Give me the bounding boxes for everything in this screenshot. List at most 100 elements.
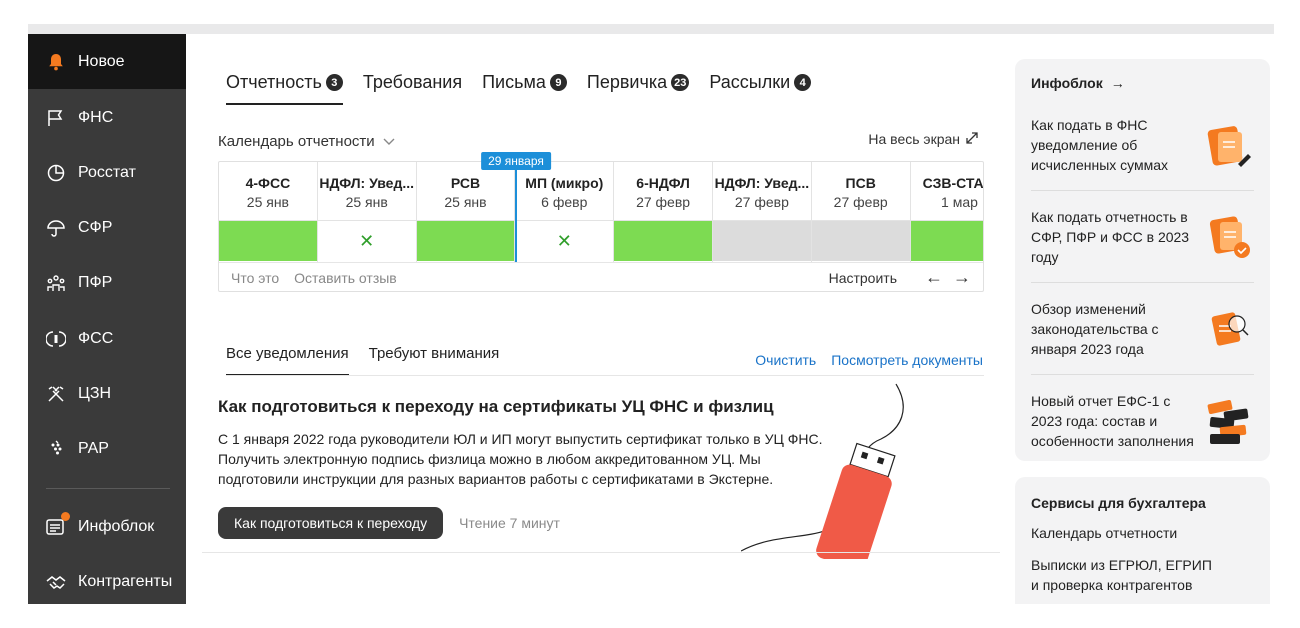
calendar-column[interactable]: РСВ 25 янв: [416, 162, 516, 262]
sidebar-item-label: Росстат: [78, 163, 136, 181]
report-status-cell: [712, 220, 811, 261]
tab-all-notifications[interactable]: Все уведомления: [226, 345, 349, 376]
configure-link[interactable]: Настроить: [829, 270, 897, 286]
sidebar-item-label: ФСС: [78, 329, 114, 347]
tab-label: Письма: [482, 72, 546, 92]
sidebar-item-rar[interactable]: РАР: [28, 421, 186, 476]
tab-requirements[interactable]: Требования: [363, 72, 462, 105]
document-magnifier-icon: [1211, 311, 1249, 346]
arrow-right-icon[interactable]: →: [953, 267, 971, 288]
report-status-cell: [416, 220, 515, 261]
top-divider: [28, 24, 1274, 34]
calendar-column-header: 6-НДФЛ 27 февр: [614, 162, 712, 220]
read-time: Чтение 7 минут: [459, 515, 560, 531]
umbrella-icon: [44, 216, 68, 240]
service-link-calendar[interactable]: Календарь отчетности: [1031, 523, 1254, 543]
bell-icon: [44, 50, 68, 74]
calendar-dropdown[interactable]: Календарь отчетности: [218, 133, 395, 150]
report-date: 25 янв: [444, 194, 487, 210]
main-tabs: Отчетность 3 Требования Письма 9 Первичк…: [226, 72, 812, 105]
tab-mailings[interactable]: Рассылки 4: [709, 72, 812, 105]
calendar-column[interactable]: МП (микро) 6 февр ✕: [515, 162, 615, 262]
handshake-icon: [44, 570, 68, 594]
report-name: 6-НДФЛ: [636, 175, 690, 191]
grapes-icon: [44, 437, 68, 461]
report-name: РСВ: [450, 175, 481, 191]
tab-label: Требования: [362, 72, 463, 92]
count-badge: 9: [549, 74, 567, 91]
sidebar-item-rosstat[interactable]: Росстат: [28, 145, 186, 200]
sidebar-item-pfr[interactable]: ПФР: [28, 255, 186, 310]
chevron-down-icon: [383, 133, 395, 150]
fullscreen-label: На весь экран: [868, 131, 960, 147]
forms-stack-icon: [1207, 399, 1249, 444]
report-status-cell: [910, 220, 983, 261]
calendar-column[interactable]: ПСВ 27 февр: [811, 162, 911, 262]
infoblock-item[interactable]: Обзор изменений законодательства с январ…: [1031, 283, 1254, 375]
calendar-column[interactable]: НДФЛ: Увед... 25 янв ✕: [317, 162, 417, 262]
sidebar-item-counterparties[interactable]: Контрагенты: [28, 554, 186, 609]
report-date: 6 февр: [541, 194, 588, 210]
prepare-button[interactable]: Как подготовиться к переходу: [218, 507, 444, 539]
sidebar-item-fss[interactable]: ФСС: [28, 311, 186, 366]
sidebar-item-czn[interactable]: ЦЗН: [28, 366, 186, 421]
view-documents-link[interactable]: Посмотреть документы: [831, 352, 983, 368]
bottom-divider: [202, 552, 1000, 553]
report-date: 1 мар: [941, 194, 978, 210]
usb-stick-illustration: [741, 383, 904, 559]
document-check-icon: [1209, 215, 1250, 258]
calendar-title: Календарь отчетности: [218, 133, 375, 150]
count-badge: 23: [671, 74, 690, 91]
report-name: НДФЛ: Увед...: [714, 175, 810, 191]
calendar-column-header: СЗВ-СТАЖ 1 мар: [911, 162, 983, 220]
sidebar-item-fns[interactable]: ФНС: [28, 90, 186, 145]
sidebar-item-new[interactable]: Новое: [28, 34, 186, 89]
infoblock-header[interactable]: Инфоблок →: [1031, 75, 1254, 91]
fullscreen-link[interactable]: На весь экран: [868, 131, 978, 147]
report-status-cell: ✕: [515, 220, 614, 261]
calendar-column-header: ПСВ 27 февр: [812, 162, 910, 220]
sidebar-item-label: Новое: [78, 52, 125, 70]
report-date: 27 февр: [636, 194, 691, 210]
infoblock-item-text: Как подать в ФНС уведомление об исчислен…: [1031, 116, 1169, 173]
what-is-this-link[interactable]: Что это: [231, 270, 279, 286]
calendar-column-header: 4-ФСС 25 янв: [219, 162, 317, 220]
expand-icon: [966, 131, 978, 147]
arrow-right-icon: →: [1110, 75, 1125, 91]
infoblock-item[interactable]: Новый отчет ЕФС-1 с 2023 года: состав и …: [1031, 375, 1254, 467]
count-badge: 3: [325, 74, 343, 91]
calendar-columns: 4-ФСС 25 янв НДФЛ: Увед... 25 янв ✕ РСВ 25 янв…: [219, 162, 983, 262]
count-badge: 4: [794, 74, 812, 91]
calendar-column[interactable]: НДФЛ: Увед... 27 февр: [712, 162, 812, 262]
feedback-link[interactable]: Оставить отзыв: [294, 270, 397, 286]
report-name: ПСВ: [845, 175, 876, 191]
calendar-column[interactable]: 4-ФСС 25 янв: [219, 162, 318, 262]
infoblock-item[interactable]: Как подать в ФНС уведомление об исчислен…: [1031, 99, 1254, 191]
clear-link[interactable]: Очистить: [755, 352, 816, 368]
notification-dot: [61, 511, 70, 521]
tab-reports[interactable]: Отчетность 3: [226, 72, 343, 105]
service-link-egrul[interactable]: Выписки из ЕГРЮЛ, ЕГРИП и проверка контр…: [1031, 555, 1221, 595]
calendar-column[interactable]: 6-НДФЛ 27 февр: [614, 162, 713, 262]
infoblock-item[interactable]: Как подать отчетность в СФР, ПФР и ФСС в…: [1031, 191, 1254, 283]
browser-top: [0, 0, 1300, 24]
report-date: 25 янв: [246, 194, 289, 210]
calendar-column-header: НДФЛ: Увед... 27 февр: [713, 162, 811, 220]
tab-label: Первичка: [586, 72, 668, 92]
tabs-divider: [226, 375, 984, 376]
sidebar-item-label: Контрагенты: [78, 572, 173, 590]
main-content: Отчетность 3 Требования Письма 9 Первичк…: [186, 34, 1000, 604]
document-pen-icon: [1207, 125, 1251, 167]
tab-needs-attention[interactable]: Требуют внимания: [369, 345, 500, 376]
infoblock-card: Инфоблок → Как подать в ФНС уведомление …: [1015, 59, 1270, 461]
arrow-left-icon[interactable]: ←: [925, 267, 943, 288]
sidebar-item-infoblock[interactable]: Инфоблок: [28, 499, 186, 554]
pie-chart-icon: [44, 161, 68, 185]
calendar-column[interactable]: СЗВ-СТАЖ 1 мар: [910, 162, 983, 262]
tab-primary-docs[interactable]: Первичка 23: [587, 72, 690, 105]
article-title[interactable]: Как подготовиться к переходу на сертифик…: [218, 397, 828, 417]
sidebar-item-sfr[interactable]: СФР: [28, 200, 186, 255]
tab-label: Отчетность: [226, 72, 322, 92]
sidebar-divider: [46, 488, 170, 489]
tab-letters[interactable]: Письма 9: [482, 72, 567, 105]
